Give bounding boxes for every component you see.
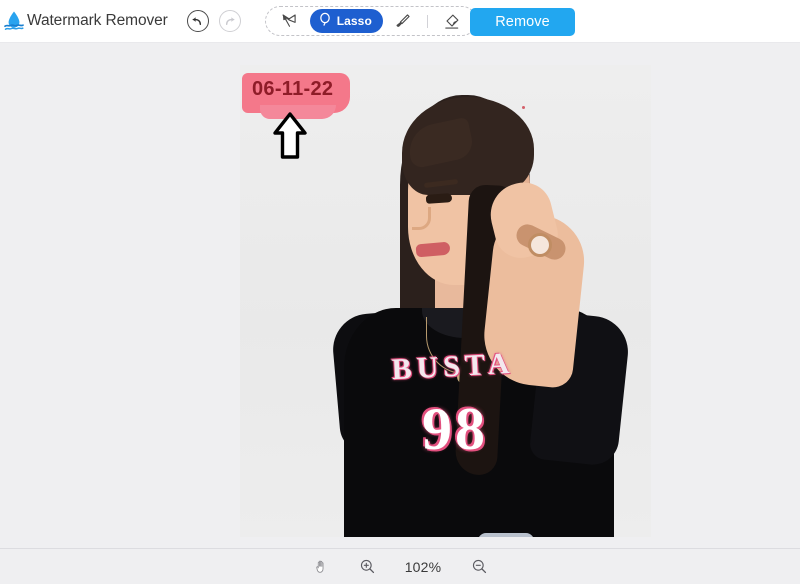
photo-speck [522, 106, 525, 109]
zoom-level-label: 102% [401, 559, 445, 575]
app-header: Watermark Remover [0, 0, 800, 43]
redo-button[interactable] [219, 10, 241, 32]
photo-eye [426, 193, 453, 204]
hand-pan-icon [313, 558, 330, 575]
zoom-in-magnifier-icon [359, 558, 376, 575]
app-title: Watermark Remover [27, 12, 168, 30]
photo-jeans [478, 533, 534, 537]
photo-shirt-number: 98 [370, 395, 540, 464]
tool-palette: Lasso [265, 6, 477, 36]
tool-lasso-label: Lasso [337, 14, 372, 28]
watermark-text: 06-11-22 [252, 78, 333, 101]
pan-tool-button[interactable] [309, 555, 333, 579]
tool-polygon-select-button[interactable] [275, 9, 305, 33]
remove-button[interactable]: Remove [470, 8, 575, 36]
undo-button[interactable] [187, 10, 209, 32]
workspace[interactable]: BUSTA 98 06-11-22 [0, 43, 800, 548]
polygon-select-icon [280, 12, 299, 31]
water-drop-wave-icon [2, 9, 26, 33]
redo-arrow-icon [223, 15, 236, 28]
image-canvas[interactable]: BUSTA 98 06-11-22 [240, 65, 651, 537]
zoom-out-magnifier-icon [471, 558, 488, 575]
app-window: Watermark Remover [0, 0, 800, 584]
zoom-out-button[interactable] [467, 555, 491, 579]
status-bar: 102% [0, 548, 800, 584]
undo-arrow-icon [191, 15, 204, 28]
tool-eraser-button[interactable] [437, 9, 467, 33]
eraser-icon [442, 12, 461, 31]
tool-lasso-button[interactable]: Lasso [310, 9, 383, 33]
lasso-icon [318, 12, 333, 30]
photo-image: BUSTA 98 06-11-22 [240, 65, 651, 537]
brand: Watermark Remover [0, 9, 168, 33]
up-arrow-outline-icon [270, 111, 310, 161]
history-controls [187, 10, 241, 32]
brush-icon [393, 12, 412, 31]
tool-brush-button[interactable] [388, 9, 418, 33]
photo-watch-face [528, 233, 552, 257]
tool-divider [427, 15, 428, 28]
zoom-in-button[interactable] [355, 555, 379, 579]
